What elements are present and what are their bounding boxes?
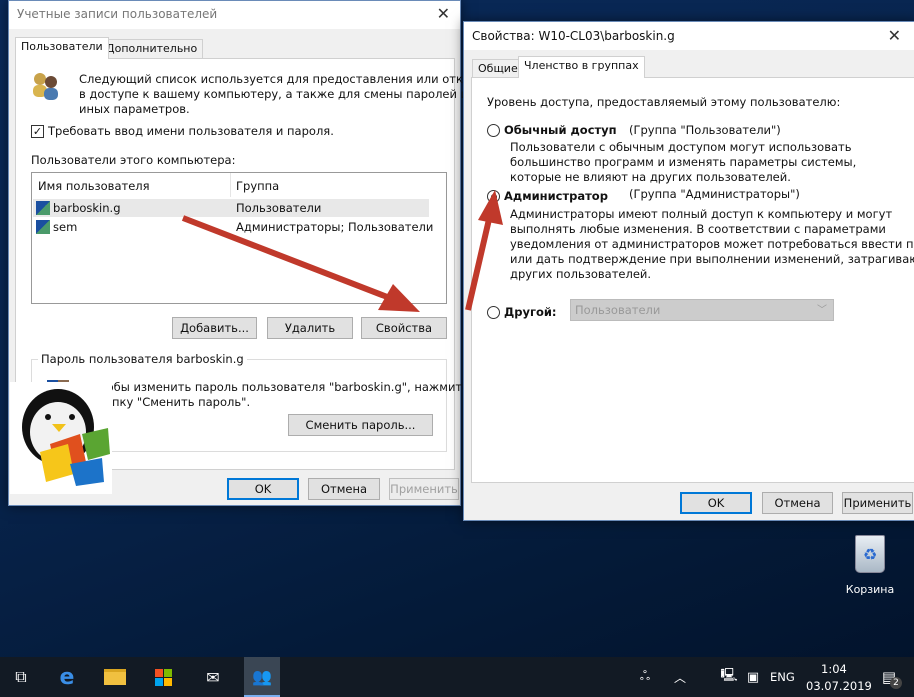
chevron-up-icon[interactable]: ︿ (667, 665, 693, 689)
edge-icon[interactable]: e (54, 665, 80, 690)
recycle-bin-icon: ♻ (855, 535, 885, 573)
annotation-arrows (181, 190, 503, 312)
file-explorer-icon[interactable] (102, 665, 128, 689)
task-view-icon[interactable]: ⧉ (8, 665, 34, 689)
tab-group-membership[interactable]: Членство в группах (518, 56, 645, 78)
language-indicator[interactable]: ENG (770, 670, 795, 685)
people-icon[interactable]: ஃ (632, 665, 658, 689)
clock-time[interactable]: 1:04 (821, 662, 847, 677)
recycle-bin[interactable]: ♻ Корзина (838, 535, 902, 601)
security-alert-icon[interactable]: ▣ (740, 665, 766, 689)
network-icon[interactable]: 🖳 (716, 665, 742, 689)
user-accounts-taskbar-icon[interactable]: 👥 (244, 657, 280, 697)
store-icon[interactable] (150, 665, 176, 689)
taskbar: ⧉ e ✉ 👥 ஃ ︿ 🖳 ▣ ENG 1:04 03.07.2019 ▤ 2 (0, 657, 914, 697)
action-center-icon[interactable]: ▤ 2 (876, 665, 902, 689)
recycle-bin-label: Корзина (845, 583, 895, 596)
arrow-to-administrator (465, 190, 503, 311)
arrow-to-properties (181, 215, 420, 312)
notification-count: 2 (890, 677, 902, 689)
mail-icon[interactable]: ✉ (200, 665, 226, 689)
clock-date[interactable]: 03.07.2019 (806, 679, 872, 694)
tab-users[interactable]: Пользователи (15, 37, 109, 59)
